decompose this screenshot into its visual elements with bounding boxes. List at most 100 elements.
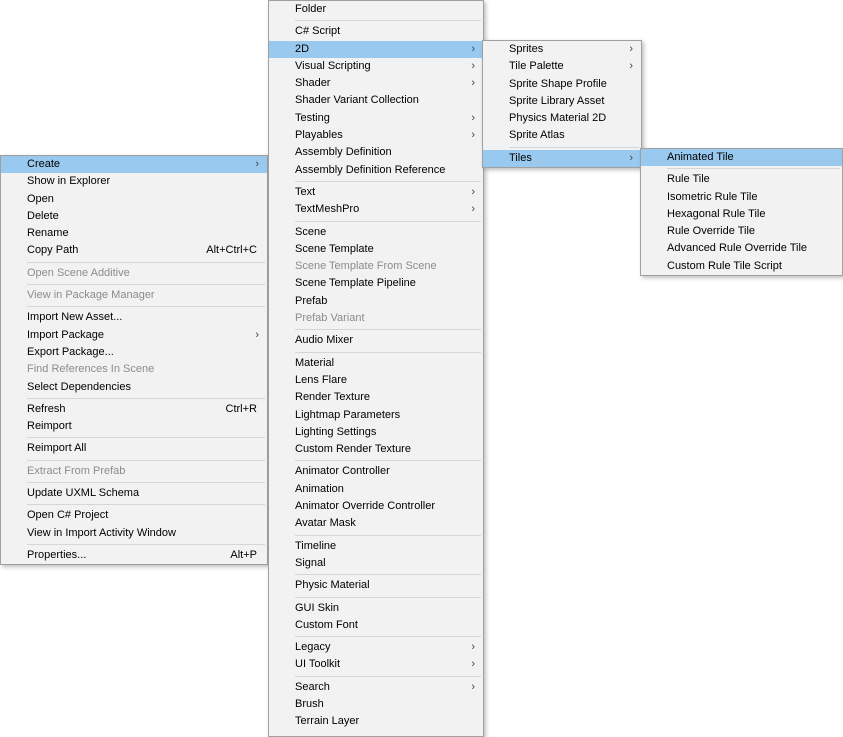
2d-item-sprite-library-asset[interactable]: Sprite Library Asset [483,93,641,110]
context-item-rename[interactable]: Rename [1,225,267,242]
tiles-item-isometric-rule-tile[interactable]: Isometric Rule Tile [641,189,842,206]
create-item-shader-variant-collection[interactable]: Shader Variant Collection [269,92,483,109]
context-item-reimport-all[interactable]: Reimport All [1,440,267,457]
context-item-update-uxml-schema[interactable]: Update UXML Schema [1,485,267,502]
create-item-scene[interactable]: Scene [269,224,483,241]
create-item-testing[interactable]: Testing › [269,110,483,127]
menu-item-label: Testing [295,111,330,124]
menu-item-label: Animator Controller [295,465,390,478]
tiles-item-advanced-rule-override-tile[interactable]: Advanced Rule Override Tile [641,240,842,257]
tiles-item-rule-tile[interactable]: Rule Tile [641,171,842,188]
create-item-folder[interactable]: Folder [269,1,483,18]
create-item-material[interactable]: Material [269,355,483,372]
chevron-right-icon: › [471,680,475,693]
create-item-text[interactable]: Text › [269,184,483,201]
tiles-item-custom-rule-tile-script[interactable]: Custom Rule Tile Script [641,258,842,275]
menu-item-label: Prefab [295,294,328,307]
context-item-create[interactable]: Create › [1,156,267,174]
context-item-reimport[interactable]: Reimport [1,418,267,435]
create-item-legacy[interactable]: Legacy › [269,639,483,656]
context-item-delete[interactable]: Delete [1,208,267,225]
create-item-assembly-definition[interactable]: Assembly Definition [269,144,483,161]
create-item-avatar-mask[interactable]: Avatar Mask [269,515,483,532]
menu-item-label: Material [295,356,335,369]
menu-item-label: Import New Asset... [27,311,123,324]
2d-item-tile-palette[interactable]: Tile Palette › [483,58,641,75]
context-item-open-c-project[interactable]: Open C# Project [1,507,267,524]
context-item-refresh[interactable]: Refresh Ctrl+R [1,401,267,418]
create-item-lightmap-parameters[interactable]: Lightmap Parameters [269,407,483,424]
chevron-right-icon: › [471,77,475,90]
context-item-copy-path[interactable]: Copy Path Alt+Ctrl+C [1,242,267,259]
tiles-item-rule-override-tile[interactable]: Rule Override Tile [641,223,842,240]
menu-item-label: Text [295,185,316,198]
context-item-show-in-explorer[interactable]: Show in Explorer [1,173,267,190]
2d-item-sprite-shape-profile[interactable]: Sprite Shape Profile [483,76,641,93]
create-item-timeline[interactable]: Timeline [269,538,483,555]
create-item-search[interactable]: Search › [269,679,483,696]
menu-item-label: Reimport All [27,442,87,455]
menu-item-label: Scene Template Pipeline [295,277,416,290]
menu-item-label: Prefab Variant [295,312,365,325]
menu-item-label: Update UXML Schema [27,487,140,500]
menu-item-label: Brush [295,697,324,710]
create-item-physic-material[interactable]: Physic Material [269,577,483,594]
create-item-lighting-settings[interactable]: Lighting Settings [269,424,483,441]
menu-item-label: Lighting Settings [295,425,377,438]
create-submenu: Folder C# Script 2D › Visual Scripting › Shade… [268,0,484,737]
create-item-animator-override-controller[interactable]: Animator Override Controller [269,498,483,515]
menu-item-label: Export Package... [27,345,114,358]
menu-item-label: Delete [27,209,59,222]
create-item-gui-skin[interactable]: GUI Skin [269,600,483,617]
create-item-textmeshpro[interactable]: TextMeshPro › [269,201,483,218]
create-item-lens-flare[interactable]: Lens Flare [269,372,483,389]
create-item-audio-mixer[interactable]: Audio Mixer [269,332,483,349]
create-item-brush[interactable]: Brush [269,696,483,713]
create-item-animation[interactable]: Animation [269,481,483,498]
create-item-ui-toolkit[interactable]: UI Toolkit › [269,656,483,673]
menu-item-label: Animator Override Controller [295,500,435,513]
menu-item-label: Extract From Prefab [27,464,126,477]
create-item-scene-template[interactable]: Scene Template [269,241,483,258]
create-item-animator-controller[interactable]: Animator Controller [269,463,483,480]
create-item-signal[interactable]: Signal [269,555,483,572]
menu-item-label: View in Import Activity Window [27,526,176,539]
2d-item-sprite-atlas[interactable]: Sprite Atlas [483,127,641,144]
create-item-prefab[interactable]: Prefab [269,293,483,310]
create-item-render-texture[interactable]: Render Texture [269,389,483,406]
create-item-custom-font[interactable]: Custom Font [269,617,483,634]
project-context-menu: Create › Show in Explorer Open Delete Rename C… [0,155,268,566]
create-item-visual-scripting[interactable]: Visual Scripting › [269,58,483,75]
context-item-import-new-asset[interactable]: Import New Asset... [1,309,267,326]
chevron-right-icon: › [255,158,259,170]
create-item-2d[interactable]: 2D › [269,40,483,58]
create-item-terrain-layer[interactable]: Terrain Layer [269,713,483,730]
context-item-select-dependencies[interactable]: Select Dependencies [1,379,267,396]
menu-item-label: View in Package Manager [27,289,155,302]
chevron-right-icon: › [255,328,259,341]
menu-item-label: Assembly Definition [295,146,392,159]
context-item-import-package[interactable]: Import Package › [1,327,267,344]
context-item-export-package[interactable]: Export Package... [1,344,267,361]
context-item-view-in-import-activity-window[interactable]: View in Import Activity Window [1,525,267,542]
menu-item-label: UI Toolkit [295,658,341,671]
menu-item-label: Hexagonal Rule Tile [667,207,766,220]
2d-item-tiles[interactable]: Tiles › [483,149,641,168]
create-item-c-script[interactable]: C# Script [269,23,483,40]
tiles-item-animated-tile[interactable]: Animated Tile [641,149,842,167]
create-item-playables[interactable]: Playables › [269,127,483,144]
create-item-assembly-definition-reference[interactable]: Assembly Definition Reference [269,162,483,179]
menu-item-label: Legacy [295,641,331,654]
2d-item-physics-material-2d[interactable]: Physics Material 2D [483,110,641,127]
create-item-scene-template-pipeline[interactable]: Scene Template Pipeline [269,275,483,292]
context-item-open[interactable]: Open [1,191,267,208]
context-item-properties[interactable]: Properties... Alt+P [1,547,267,564]
menu-item-label: Scene Template [295,242,374,255]
create-item-custom-render-texture[interactable]: Custom Render Texture [269,441,483,458]
menu-item-label: Lens Flare [295,373,347,386]
create-item-shader[interactable]: Shader › [269,75,483,92]
2d-item-sprites[interactable]: Sprites › [483,41,641,58]
menu-item-label: Physics Material 2D [509,112,607,125]
tiles-item-hexagonal-rule-tile[interactable]: Hexagonal Rule Tile [641,206,842,223]
context-item-open-scene-additive: Open Scene Additive [1,265,267,282]
